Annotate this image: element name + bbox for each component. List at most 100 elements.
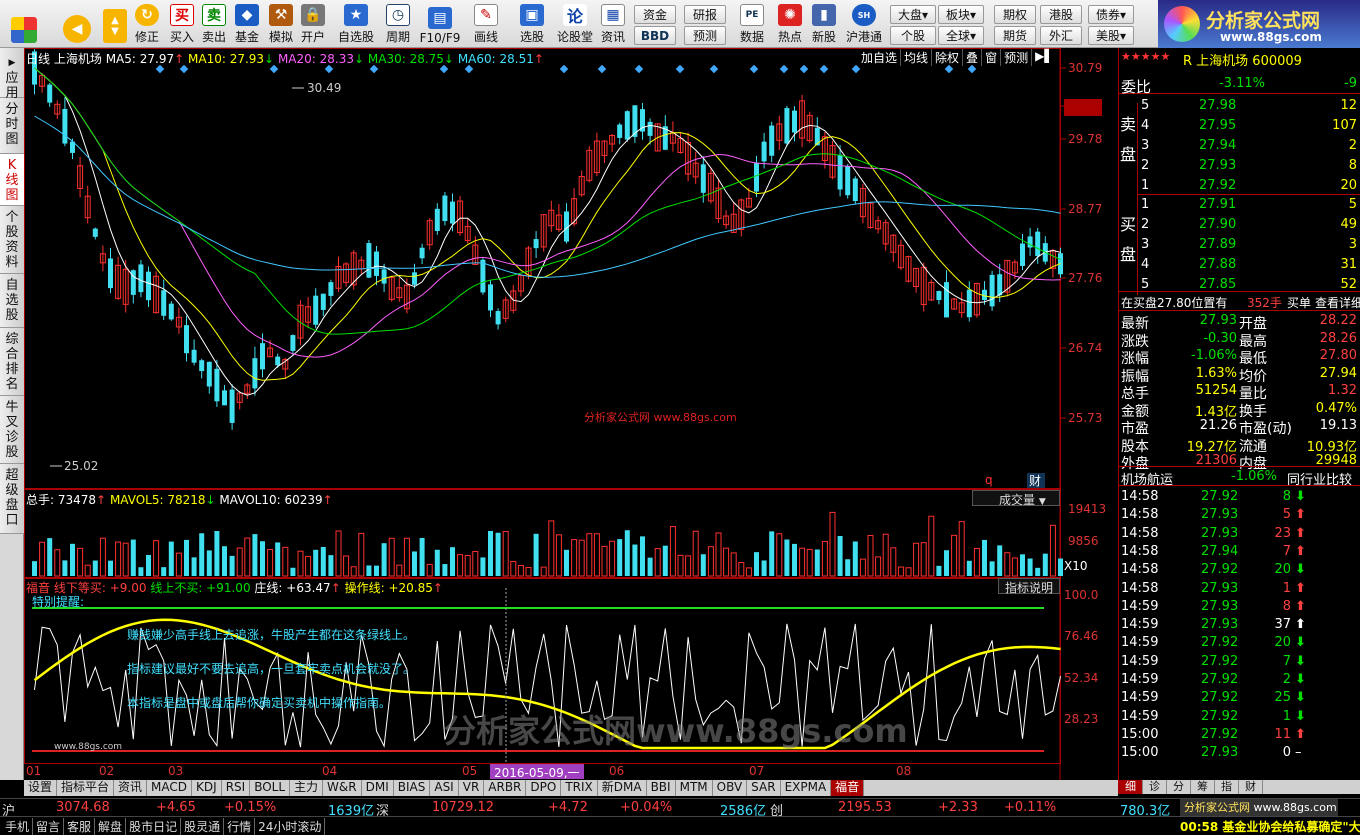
sz-index[interactable]: 10729.12 bbox=[432, 800, 494, 815]
indicator-tab[interactable]: RSI bbox=[222, 780, 251, 796]
indicator-tab[interactable]: OBV bbox=[713, 780, 748, 796]
volume-indicator-dropdown[interactable]: 成交量 ▼ bbox=[972, 490, 1060, 507]
research-button[interactable]: 研报 bbox=[684, 5, 726, 24]
status-link[interactable]: 股市日记 bbox=[126, 818, 182, 835]
sell-level-row[interactable]: 2 27.93 8 bbox=[1119, 156, 1360, 176]
overlay-button[interactable]: 叠 bbox=[963, 49, 983, 66]
sidetab-super-orderbook[interactable]: 超级盘口 bbox=[0, 464, 24, 534]
bbd-button[interactable]: BBD bbox=[634, 26, 676, 45]
view-detail-button[interactable]: 查看详细 bbox=[1315, 294, 1360, 311]
draw-line-button[interactable]: ✎ 画线 bbox=[466, 3, 506, 45]
buy-button[interactable]: 买 买入 bbox=[168, 3, 196, 45]
cy-index[interactable]: 2195.53 bbox=[838, 800, 892, 815]
sell-level-row[interactable]: 3 27.94 2 bbox=[1119, 136, 1360, 156]
hk-connect-button[interactable]: SH 沪港通 bbox=[842, 3, 886, 45]
sell-level-row[interactable]: 4 27.95 107 bbox=[1119, 116, 1360, 136]
sidetab-ranking[interactable]: 综合排名 bbox=[0, 328, 24, 396]
us-stocks-button[interactable]: 美股 ▾ bbox=[1088, 26, 1134, 45]
app-menu-button[interactable] bbox=[4, 3, 44, 45]
status-link[interactable]: 解盘 bbox=[95, 818, 127, 835]
sidetab-kline[interactable]: K线图 bbox=[0, 154, 24, 206]
indicator-tab[interactable]: 主力 bbox=[290, 780, 324, 796]
indicator-tab[interactable]: 指标平台 bbox=[57, 780, 115, 796]
forecast-button[interactable]: 预测 bbox=[684, 26, 726, 45]
fix-button[interactable]: ↻ 修正 bbox=[132, 3, 162, 45]
forex-button[interactable]: 外汇 bbox=[1040, 26, 1082, 45]
sidetab-watchlist[interactable]: 自选股 bbox=[0, 274, 24, 328]
indicator-tab[interactable]: MTM bbox=[676, 780, 713, 796]
options-button[interactable]: 期权 bbox=[994, 5, 1036, 24]
forecast-chart-button[interactable]: 预测 bbox=[1001, 49, 1033, 66]
buy-level-row[interactable]: 3 27.89 3 bbox=[1119, 235, 1360, 255]
indicator-tab[interactable]: KDJ bbox=[192, 780, 222, 796]
individual-button[interactable]: 个股 bbox=[890, 26, 936, 45]
indicator-tab[interactable]: 新DMA bbox=[598, 780, 647, 796]
indicator-tab[interactable]: BOLL bbox=[250, 780, 291, 796]
buy-level-row[interactable]: 4 27.88 31 bbox=[1119, 255, 1360, 275]
finance-marker[interactable]: 财 bbox=[1029, 474, 1041, 488]
status-link[interactable]: 留言 bbox=[33, 818, 65, 835]
bonds-button[interactable]: 债券 ▾ bbox=[1088, 5, 1134, 24]
status-link[interactable]: 行情 bbox=[224, 818, 256, 835]
quote-panel-tab[interactable]: 筹 bbox=[1191, 780, 1215, 794]
open-account-button[interactable]: 🔒 开户 bbox=[298, 3, 328, 45]
sidetab-diagnosis[interactable]: 牛叉诊股 bbox=[0, 396, 24, 464]
status-link[interactable]: 股灵通 bbox=[181, 818, 225, 835]
indicator-tab[interactable]: DPO bbox=[526, 780, 562, 796]
global-dropdown[interactable]: 全球 ▾ bbox=[938, 26, 984, 45]
stock-picker-button[interactable]: ▣ 选股 bbox=[512, 3, 552, 45]
sell-level-row[interactable]: 5 27.98 12 bbox=[1119, 96, 1360, 116]
quote-panel-tab[interactable]: 分 bbox=[1167, 780, 1191, 794]
indicator-tab[interactable]: 资讯 bbox=[114, 780, 148, 796]
data-button[interactable]: PE 数据 bbox=[734, 3, 770, 45]
indicator-tab[interactable]: BBI bbox=[647, 780, 676, 796]
sidetab-profile[interactable]: 个股资料 bbox=[0, 206, 24, 274]
status-link[interactable]: 手机 bbox=[2, 818, 34, 835]
sell-button[interactable]: 卖 卖出 bbox=[200, 3, 228, 45]
sector-dropdown[interactable]: 板块 ▾ bbox=[938, 5, 984, 24]
quote-panel-tab[interactable]: 指 bbox=[1215, 780, 1239, 794]
expand-panel-icon[interactable]: ▶▌ bbox=[1032, 49, 1056, 66]
indicator-tab[interactable]: MACD bbox=[147, 780, 193, 796]
kline-chart-area[interactable]: 30.7930.2029.7828.7727.7626.7425.73 30.4… bbox=[24, 48, 1118, 780]
period-button[interactable]: ◷ 周期 bbox=[380, 3, 416, 45]
sh-index[interactable]: 3074.68 bbox=[56, 800, 110, 815]
back-button[interactable]: ◀ bbox=[60, 3, 94, 45]
industry-compare-button[interactable]: 同行业比较 bbox=[1287, 469, 1352, 488]
indicator-tab[interactable]: TRIX bbox=[561, 780, 598, 796]
forum-button[interactable]: 论 论股堂 bbox=[556, 3, 594, 45]
buy-level-row[interactable]: 2 27.90 49 bbox=[1119, 215, 1360, 235]
ma-button[interactable]: 均线 bbox=[901, 49, 933, 66]
f10-button[interactable]: ▤ F10/F9 bbox=[418, 3, 462, 45]
indicator-tab[interactable]: DMI bbox=[362, 780, 394, 796]
indicator-tab[interactable]: W&R bbox=[323, 780, 362, 796]
futures-button[interactable]: 期货 bbox=[994, 26, 1036, 45]
status-link[interactable]: 24小时滚动 bbox=[255, 818, 326, 835]
window-button[interactable]: 窗 bbox=[982, 49, 1002, 66]
sidetab-timeshare[interactable]: 分时图 bbox=[0, 98, 24, 154]
hotspot-button[interactable]: ✺ 热点 bbox=[774, 3, 806, 45]
indicator-tab[interactable]: SAR bbox=[747, 780, 781, 796]
news-ticker[interactable]: 00:58 基金业协会给私募确定"大 bbox=[1180, 818, 1360, 835]
quote-panel-tab[interactable]: 诊 bbox=[1143, 780, 1167, 794]
industry-name[interactable]: 机场航运 bbox=[1121, 469, 1173, 488]
capital-button[interactable]: 资金 bbox=[634, 5, 676, 24]
status-link[interactable]: 客服 bbox=[64, 818, 96, 835]
buy-level-row[interactable]: 1 27.91 5 bbox=[1119, 195, 1360, 215]
page-updown-button[interactable]: ▲ ▼ bbox=[100, 3, 130, 45]
hk-stocks-button[interactable]: 港股 bbox=[1040, 5, 1082, 24]
indicator-tab[interactable]: EXPMA bbox=[781, 780, 832, 796]
quote-panel-tab[interactable]: 财 bbox=[1239, 780, 1263, 794]
ipo-button[interactable]: ▮ 新股 bbox=[808, 3, 840, 45]
simulate-button[interactable]: ⚒ 模拟 bbox=[266, 3, 296, 45]
fund-button[interactable]: ◆ 基金 bbox=[232, 3, 262, 45]
watchlist-button[interactable]: ★ 自选股 bbox=[334, 3, 378, 45]
quote-panel-tab[interactable]: 细 bbox=[1119, 780, 1143, 794]
indicator-tab[interactable]: BIAS bbox=[394, 780, 431, 796]
indicator-tab[interactable]: ARBR bbox=[484, 780, 527, 796]
indicator-tab[interactable]: 设置 bbox=[24, 780, 58, 796]
sidetab-apps[interactable]: ▶ 应用 bbox=[0, 48, 24, 101]
market-dropdown[interactable]: 大盘 ▾ bbox=[890, 5, 936, 24]
order-button[interactable]: 买单 bbox=[1287, 294, 1311, 311]
ex-rights-button[interactable]: 除权 bbox=[932, 49, 964, 66]
